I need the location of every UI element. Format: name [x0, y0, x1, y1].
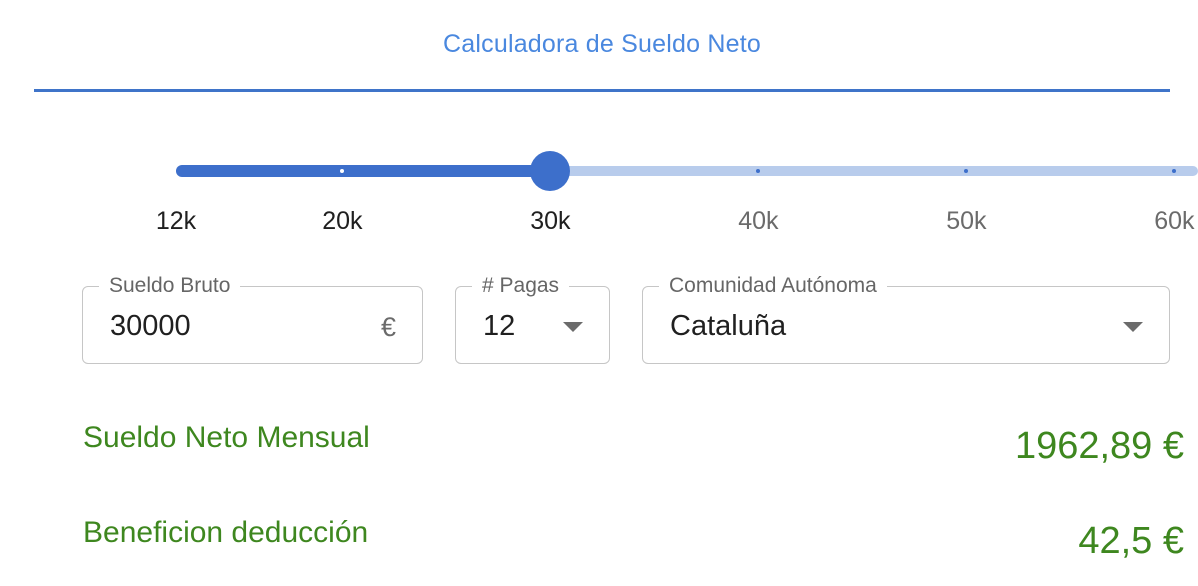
tab-calculadora[interactable]: Calculadora de Sueldo Neto	[34, 30, 1170, 59]
slider-label-60k: 60k	[1154, 207, 1195, 235]
comunidad-label: Comunidad Autónoma	[659, 273, 887, 299]
beneficio-deduccion-value: 42,5 €	[1078, 520, 1184, 562]
chevron-down-icon[interactable]	[563, 322, 583, 332]
sueldo-bruto-label: Sueldo Bruto	[99, 273, 241, 299]
slider-label-50k: 50k	[946, 207, 987, 235]
slider-thumb[interactable]	[530, 151, 571, 191]
pagas-label: # Pagas	[472, 273, 570, 299]
slider-track[interactable]	[176, 165, 551, 177]
slider-label-40k: 40k	[738, 207, 779, 235]
comunidad-select[interactable]: Comunidad Autónoma Cataluña	[642, 273, 1170, 364]
beneficio-deduccion-label: Beneficion deducción	[83, 516, 369, 549]
slider-label-30k: 30k	[530, 207, 571, 235]
pagas-value[interactable]: 12	[483, 309, 515, 343]
tab-indicator	[34, 89, 1170, 92]
neto-mensual-label: Sueldo Neto Mensual	[83, 421, 370, 454]
comunidad-value[interactable]: Cataluña	[670, 309, 786, 343]
tab-bar: Calculadora de Sueldo Neto	[34, 0, 1170, 93]
chevron-down-icon[interactable]	[1123, 322, 1143, 332]
slider-label-20k: 20k	[322, 207, 363, 235]
sueldo-bruto-field[interactable]: Sueldo Bruto 30000 €	[82, 273, 423, 364]
neto-mensual-value: 1962,89 €	[1014, 425, 1184, 467]
pagas-select[interactable]: # Pagas 12	[455, 273, 610, 364]
salary-slider[interactable]: 12k 20k 30k 40k 50k 60k	[156, 150, 1198, 235]
sueldo-bruto-input[interactable]: 30000	[110, 309, 191, 343]
slider-label-12k: 12k	[155, 207, 197, 235]
euro-icon: €	[380, 312, 396, 342]
salary-calculator-page: Calculadora de Sueldo Neto 12k 20k 30k 40k 5…	[0, 0, 1198, 586]
